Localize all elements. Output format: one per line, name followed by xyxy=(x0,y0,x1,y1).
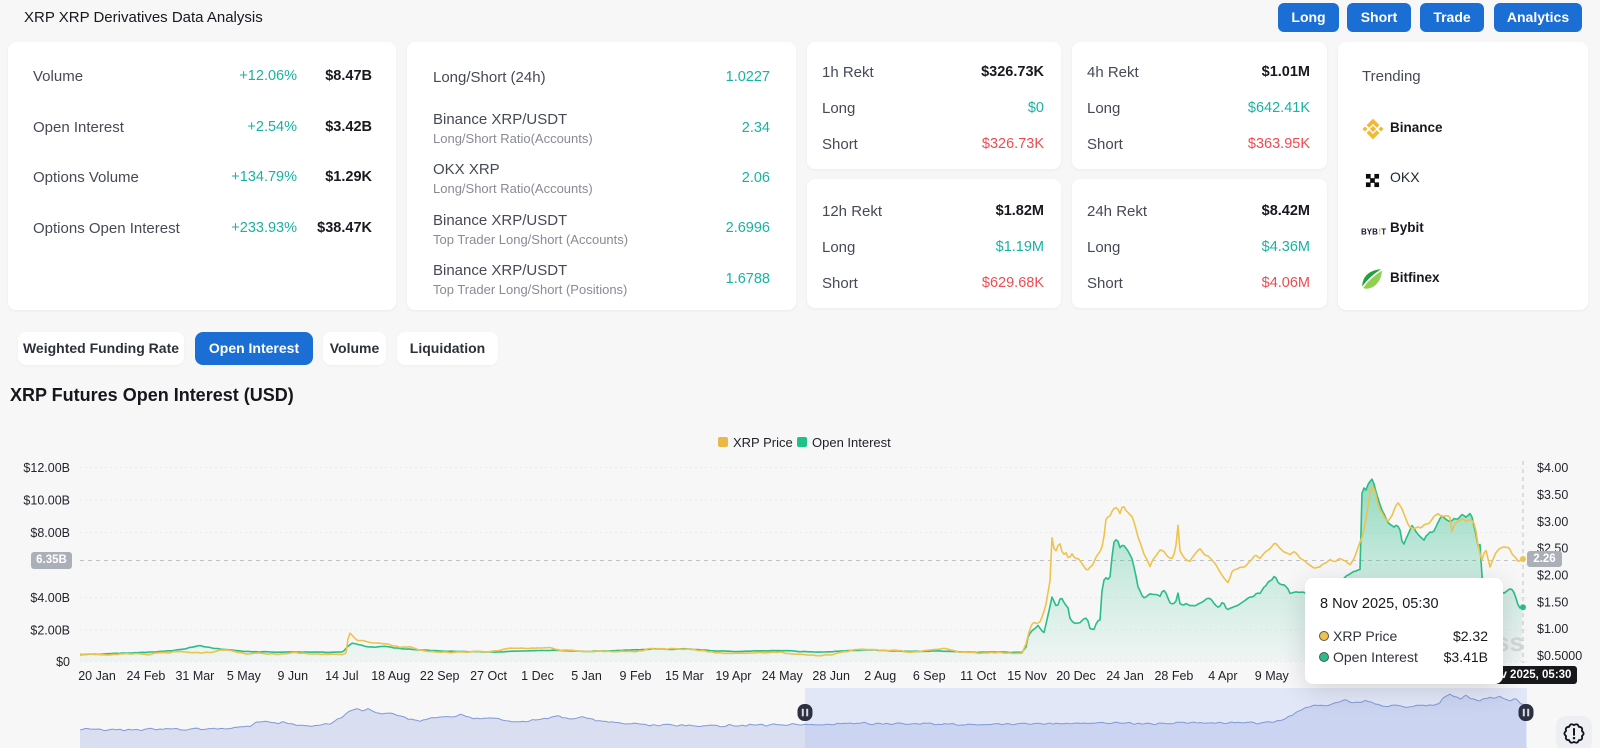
svg-text:9 Feb: 9 Feb xyxy=(620,669,652,683)
svg-text:18 Aug: 18 Aug xyxy=(371,669,410,683)
svg-text:14 Jul: 14 Jul xyxy=(325,669,358,683)
svg-text:28 Feb: 28 Feb xyxy=(1154,669,1193,683)
svg-text:27 Oct: 27 Oct xyxy=(470,669,507,683)
svg-text:15 Mar: 15 Mar xyxy=(665,669,704,683)
svg-text:9 Jun: 9 Jun xyxy=(278,669,309,683)
svg-text:22 Sep: 22 Sep xyxy=(420,669,460,683)
svg-text:9 May: 9 May xyxy=(1255,669,1290,683)
svg-text:20 Jan: 20 Jan xyxy=(78,669,116,683)
svg-text:24 Jan: 24 Jan xyxy=(1106,669,1144,683)
svg-text:24 May: 24 May xyxy=(762,669,804,683)
svg-text:$4.00B: $4.00B xyxy=(30,591,70,605)
svg-text:2 Aug: 2 Aug xyxy=(864,669,896,683)
svg-text:5 Jan: 5 Jan xyxy=(571,669,602,683)
svg-text:24 Feb: 24 Feb xyxy=(126,669,165,683)
svg-text:$8.00B: $8.00B xyxy=(30,526,70,540)
svg-text:1 Dec: 1 Dec xyxy=(521,669,554,683)
svg-text:5 May: 5 May xyxy=(227,669,262,683)
svg-text:$10.00B: $10.00B xyxy=(23,494,70,508)
svg-text:$1.50: $1.50 xyxy=(1537,595,1568,609)
svg-text:$0.5000: $0.5000 xyxy=(1537,649,1582,663)
svg-text:$2.00B: $2.00B xyxy=(30,624,70,638)
svg-text:28 Jun: 28 Jun xyxy=(812,669,850,683)
svg-text:15 Nov: 15 Nov xyxy=(1007,669,1047,683)
svg-text:19 Apr: 19 Apr xyxy=(715,669,751,683)
svg-text:$4.00: $4.00 xyxy=(1537,461,1568,475)
svg-text:31 Mar: 31 Mar xyxy=(175,669,214,683)
svg-text:$1.00: $1.00 xyxy=(1537,622,1568,636)
svg-text:6 Sep: 6 Sep xyxy=(913,669,946,683)
svg-text:$3.00: $3.00 xyxy=(1537,515,1568,529)
svg-text:11 Oct: 11 Oct xyxy=(960,669,996,683)
svg-text:$2.00: $2.00 xyxy=(1537,569,1568,583)
svg-text:$0: $0 xyxy=(56,655,70,669)
svg-text:20 Dec: 20 Dec xyxy=(1056,669,1096,683)
svg-text:$3.50: $3.50 xyxy=(1537,488,1568,502)
svg-text:4 Apr: 4 Apr xyxy=(1208,669,1237,683)
svg-text:$12.00B: $12.00B xyxy=(23,461,70,475)
